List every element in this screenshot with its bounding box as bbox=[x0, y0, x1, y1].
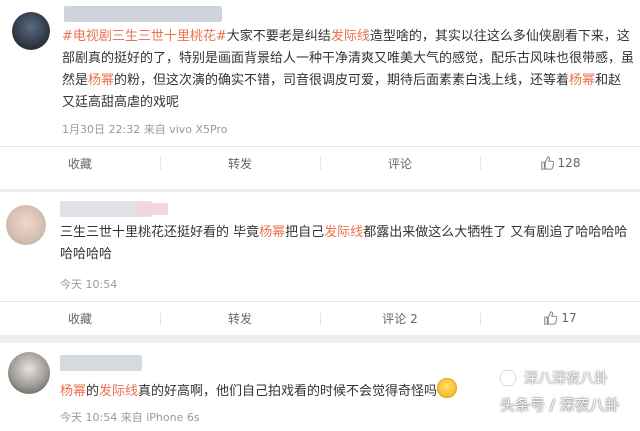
favorite-button[interactable]: 收藏 bbox=[0, 148, 160, 178]
keyword-link[interactable]: 发际线 bbox=[99, 384, 138, 399]
keyword-link[interactable]: 杨幂 bbox=[88, 73, 114, 88]
awkward-face-emoji bbox=[437, 378, 458, 398]
watermark-line1: 深八深夜八卦 bbox=[524, 371, 608, 387]
user-avatar[interactable] bbox=[6, 205, 46, 245]
action-bar: 收藏 转发 评论 128 bbox=[0, 148, 640, 178]
post-text-segment: 把自己 bbox=[285, 225, 325, 240]
user-badge-blurred bbox=[136, 203, 168, 215]
post-text: 三生三世十里桃花还挺好看的 毕竟杨幂把自己发际线都露出来做这么大牺牲了 又有剧追… bbox=[60, 222, 632, 266]
post-meta: 1月30日 22:32 来自 vivo X5Pro bbox=[62, 123, 228, 136]
post-text-segment: 大家不要老是纠结 bbox=[226, 29, 331, 44]
watermark-line2: 头条号 / 深夜八卦 bbox=[500, 396, 620, 414]
action-bar: 收藏 转发 评论 2 17 bbox=[0, 303, 640, 333]
post-text-segment: 三生三世十里桃花还挺好看的 毕竟 bbox=[60, 225, 260, 240]
post-text: #电视剧三生三世十里桃花#大家不要老是纠结发际线造型啥的，其实以往这么多仙侠剧看… bbox=[62, 26, 634, 114]
toutiao-logo-icon bbox=[499, 369, 517, 387]
post-text: 杨幂的发际线真的好高啊，他们自己拍戏看的时候不会觉得奇怪吗 bbox=[60, 378, 460, 403]
post-meta: 今天 10:54 bbox=[60, 278, 118, 291]
username-blurred[interactable] bbox=[60, 355, 142, 371]
comment-button[interactable]: 评论 2 bbox=[320, 303, 480, 333]
post-meta: 今天 10:54 来自 iPhone 6s bbox=[60, 411, 200, 424]
thumbs-up-icon bbox=[544, 311, 558, 325]
keyword-link[interactable]: 杨幂 bbox=[569, 73, 595, 88]
divider bbox=[0, 301, 640, 302]
username-blurred[interactable] bbox=[64, 6, 222, 22]
keyword-link[interactable]: 发际线 bbox=[324, 225, 363, 240]
post-text-segment: 真的好高啊，他们自己拍戏看的时候不会觉得奇怪吗 bbox=[138, 384, 438, 399]
keyword-link[interactable]: 发际线 bbox=[331, 29, 370, 44]
watermark: 深八深夜八卦 头条号 / 深夜八卦 bbox=[480, 366, 640, 431]
divider bbox=[0, 146, 640, 147]
keyword-link[interactable]: 杨幂 bbox=[60, 384, 86, 399]
like-button[interactable]: 17 bbox=[480, 303, 640, 333]
hashtag-link[interactable]: #电视剧三生三世十里桃花# bbox=[62, 29, 227, 44]
keyword-link[interactable]: 杨幂 bbox=[259, 225, 285, 240]
comment-button[interactable]: 评论 bbox=[320, 148, 480, 178]
repost-button[interactable]: 转发 bbox=[160, 303, 320, 333]
post-text-segment: 的 bbox=[86, 384, 100, 399]
post-text-segment: 的粉，但这次演的确实不错，司音很调皮可爱，期待后面素素白浅上线，还等着 bbox=[114, 73, 570, 88]
user-avatar[interactable] bbox=[8, 352, 50, 394]
user-avatar[interactable] bbox=[12, 12, 50, 50]
thumbs-up-icon bbox=[540, 156, 554, 170]
like-button[interactable]: 128 bbox=[480, 148, 640, 178]
favorite-button[interactable]: 收藏 bbox=[0, 303, 160, 333]
repost-button[interactable]: 转发 bbox=[160, 148, 320, 178]
